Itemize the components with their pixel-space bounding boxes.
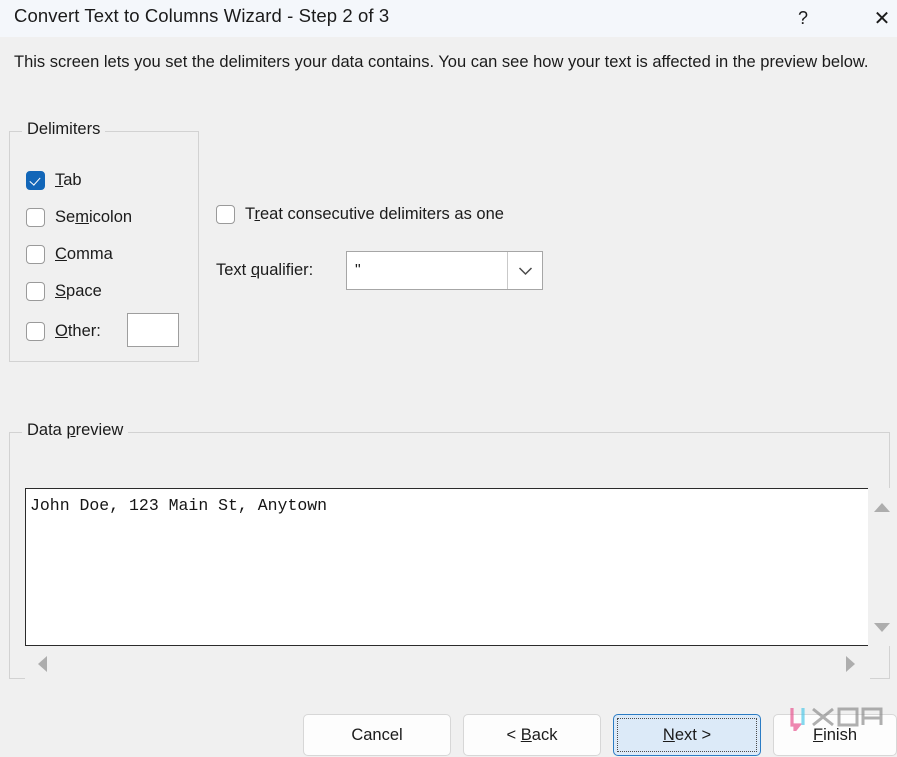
checkbox-tab-box[interactable] [26, 171, 45, 190]
next-button-label: Next > [663, 726, 711, 745]
finish-button[interactable]: Finish [773, 714, 897, 756]
checkbox-semicolon-label: Semicolon [55, 208, 132, 227]
help-glyph: ? [798, 8, 808, 29]
text-qualifier-dropdown[interactable]: " [346, 251, 543, 290]
checkbox-space[interactable]: Space [26, 280, 102, 302]
triangle-up-glyph [874, 503, 890, 512]
checkbox-space-box[interactable] [26, 282, 45, 301]
checkbox-tab[interactable]: Tab [26, 169, 82, 191]
next-button[interactable]: Next > [613, 714, 761, 756]
scroll-right-icon[interactable] [837, 650, 864, 677]
scroll-down-icon[interactable] [868, 614, 895, 641]
checkbox-semicolon[interactable]: Semicolon [26, 206, 132, 228]
checkbox-treat-consecutive-delimiters-as-one[interactable]: Treat consecutive delimiters as one [216, 203, 504, 225]
data-preview-pane[interactable]: John Doe, 123 Main St, Anytown [25, 488, 870, 646]
triangle-down-glyph [874, 623, 890, 632]
close-icon[interactable]: ✕ [859, 0, 897, 37]
data-preview-vertical-scrollbar[interactable] [868, 488, 895, 646]
help-icon[interactable]: ? [780, 0, 826, 37]
data-preview-group-label: Data preview [22, 421, 128, 440]
intro-description: This screen lets you set the delimiters … [14, 50, 876, 75]
chevron-down-icon[interactable] [507, 252, 542, 289]
text-qualifier-label: Text qualifier: [216, 261, 313, 280]
checkbox-other[interactable]: Other: [26, 320, 101, 342]
checkbox-comma[interactable]: Comma [26, 243, 113, 265]
back-button-label: < Back [507, 726, 558, 745]
checkbox-comma-box[interactable] [26, 245, 45, 264]
scroll-up-icon[interactable] [868, 494, 895, 521]
checkbox-treat-consecutive-label: Treat consecutive delimiters as one [245, 205, 504, 224]
close-glyph: ✕ [874, 6, 891, 31]
checkbox-comma-label: Comma [55, 245, 113, 264]
checkbox-semicolon-box[interactable] [26, 208, 45, 227]
triangle-left-glyph [38, 656, 47, 672]
triangle-right-glyph [846, 656, 855, 672]
delimiters-group-label: Delimiters [22, 120, 105, 139]
scroll-left-icon[interactable] [29, 650, 56, 677]
text-qualifier-value: " [347, 252, 507, 289]
checkbox-tab-label: Tab [55, 171, 82, 190]
data-preview-line: John Doe, 123 Main St, Anytown [30, 496, 327, 515]
cancel-button[interactable]: Cancel [303, 714, 451, 756]
checkbox-space-label: Space [55, 282, 102, 301]
back-button[interactable]: < Back [463, 714, 601, 756]
cancel-button-label: Cancel [351, 726, 402, 745]
other-delimiter-input[interactable] [127, 313, 179, 347]
checkbox-other-label: Other: [55, 322, 101, 341]
window-title: Convert Text to Columns Wizard - Step 2 … [14, 5, 389, 27]
checkbox-treat-consecutive-box[interactable] [216, 205, 235, 224]
title-bar: Convert Text to Columns Wizard - Step 2 … [0, 0, 897, 37]
finish-button-label: Finish [813, 726, 857, 745]
data-preview-horizontal-scrollbar[interactable] [25, 648, 870, 679]
checkbox-other-box[interactable] [26, 322, 45, 341]
